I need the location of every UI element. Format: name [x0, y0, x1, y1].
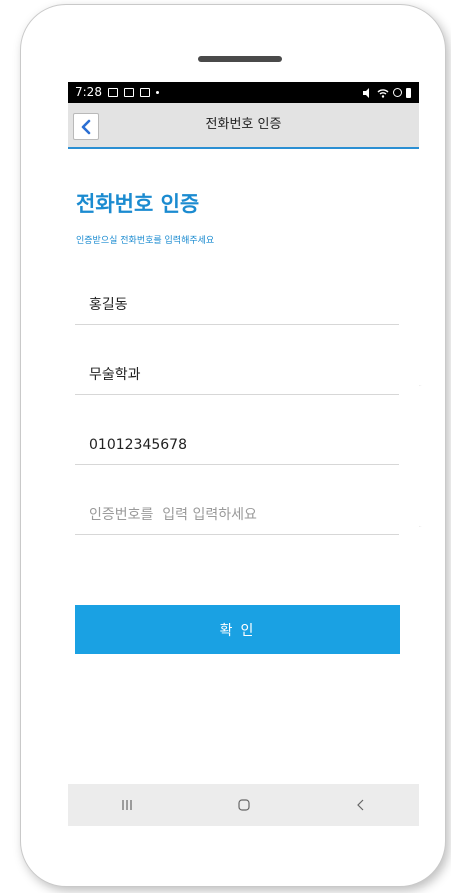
confirm-button[interactable]: 확 인 [75, 605, 400, 654]
wifi-icon [377, 88, 389, 98]
status-time: 7:28 [75, 85, 102, 99]
recent-apps-button[interactable] [97, 784, 157, 826]
status-bar: 7:28 [68, 82, 419, 103]
system-nav-bar [68, 784, 419, 826]
recent-apps-icon [121, 800, 132, 810]
status-right-icons [361, 82, 411, 103]
home-icon [237, 799, 250, 811]
do-not-disturb-icon [393, 88, 402, 97]
name-field[interactable] [75, 285, 399, 325]
back-nav-icon [356, 799, 363, 811]
home-button[interactable] [214, 784, 274, 826]
status-left-icons [108, 82, 159, 103]
app-bar-title: 전화번호 인증 [205, 117, 282, 132]
app-icon [140, 88, 150, 97]
department-field[interactable] [75, 355, 399, 395]
verification-code-field[interactable] [75, 495, 399, 535]
mute-icon [363, 87, 369, 98]
speaker-grille [198, 56, 282, 62]
system-back-button[interactable] [331, 784, 391, 826]
page-title: 전화번호 인증 [76, 192, 200, 216]
more-notifications-icon [156, 91, 159, 94]
notification-icon [124, 88, 134, 97]
phone-screen: 7:28 전화번호 인증 전화번호 인증 인증받으실 전화번호를 입력해주세요 … [68, 82, 419, 828]
battery-icon [406, 87, 411, 98]
app-bar: 전화번호 인증 [68, 103, 419, 149]
page-subtitle: 인증받으실 전화번호를 입력해주세요 [76, 236, 215, 246]
phone-number-field[interactable] [75, 425, 399, 465]
gallery-icon [108, 88, 118, 97]
